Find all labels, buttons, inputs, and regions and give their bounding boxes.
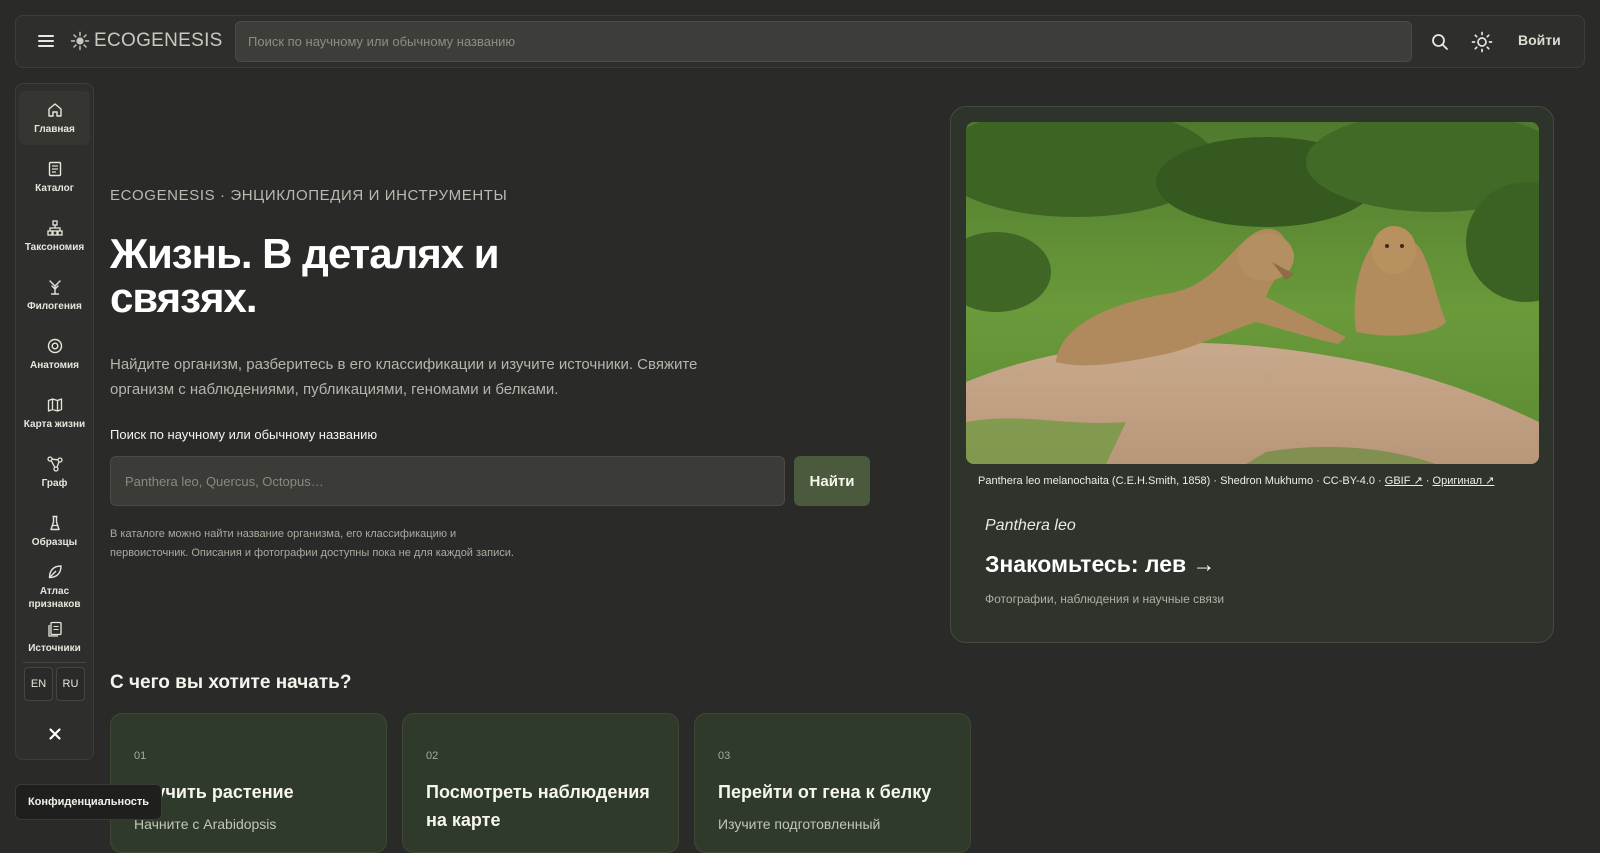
- lang-en-button[interactable]: EN: [24, 667, 53, 701]
- start-card-map[interactable]: 02 Посмотреть наблюдения на карте: [402, 713, 679, 853]
- graph-icon: [46, 455, 63, 472]
- hero-search-input[interactable]: [110, 456, 785, 506]
- lion-photo-image: [966, 122, 1539, 464]
- gbif-link[interactable]: GBIF ↗: [1385, 475, 1423, 487]
- flask-icon: [49, 515, 60, 530]
- sidebar-item-catalog[interactable]: Каталог: [19, 150, 90, 204]
- card-number: 02: [426, 750, 439, 762]
- hero-lead: Найдите организм, разберитесь в его клас…: [110, 356, 698, 398]
- species-name: Panthera leo: [985, 517, 1076, 534]
- sidebar-item-life-map[interactable]: Карта жизни: [19, 386, 90, 440]
- sidebar-item-graph[interactable]: Граф: [19, 445, 90, 499]
- sidebar-item-anatomy[interactable]: Анатомия: [19, 327, 90, 381]
- sidebar-item-label: Главная: [34, 123, 75, 135]
- sidebar-divider: [23, 662, 86, 663]
- privacy-button[interactable]: Конфиденциальность: [15, 784, 162, 820]
- sidebar-item-label: Образцы: [31, 536, 78, 548]
- sidebar-item-sources[interactable]: Источники: [19, 614, 90, 656]
- hero-note: В каталоге можно найти название организм…: [110, 528, 514, 559]
- sidebar-item-label: Атлас признаков: [28, 586, 81, 610]
- card-title: Посмотреть наблюдения на карте: [426, 782, 650, 830]
- menu-icon[interactable]: [38, 32, 54, 52]
- sidebar: Главная Каталог Таксономия Филогения Ана…: [15, 83, 94, 760]
- sidebar-item-phylogeny[interactable]: Филогения: [19, 268, 90, 322]
- card-description: Изучите подготовленный: [718, 816, 881, 832]
- sidebar-item-label: Таксономия: [24, 241, 85, 253]
- lion-photo[interactable]: [966, 122, 1539, 464]
- card-title: Перейти от гена к белку: [718, 782, 932, 802]
- search-icon[interactable]: [1429, 31, 1451, 53]
- leaf-icon: [48, 565, 62, 579]
- hierarchy-icon: [46, 219, 63, 236]
- tree-icon: [48, 279, 61, 295]
- sidebar-item-label: Граф: [41, 477, 68, 489]
- book-icon: [48, 161, 61, 176]
- sidebar-item-traits-atlas[interactable]: Атлас признаков: [19, 555, 90, 619]
- start-section-title: С чего вы хотите начать?: [110, 672, 352, 693]
- sidebar-item-label: Источники: [28, 643, 81, 654]
- hero-search-label: Поиск по научному или обычному названию: [110, 427, 378, 442]
- feature-title-link[interactable]: Знакомьтесь: лев →: [985, 551, 1216, 578]
- logo-text: ECOGENESIS: [94, 30, 223, 51]
- hero-eyebrow: ECOGENESIS · ЭНЦИКЛОПЕДИЯ И ИНСТРУМЕНТЫ: [110, 187, 508, 204]
- sidebar-item-taxonomy[interactable]: Таксономия: [19, 209, 90, 263]
- target-icon: [47, 338, 62, 353]
- credit-separator: ·: [1422, 475, 1433, 487]
- start-card-plant[interactable]: 01 Изучить растение Начните с Arabidopsi…: [110, 713, 387, 853]
- card-description: Начните с Arabidopsis: [134, 816, 277, 832]
- credit-text: Panthera leo melanochaita (C.E.H.Smith, …: [978, 475, 1385, 487]
- login-button[interactable]: Войти: [1518, 32, 1561, 48]
- documents-icon: [47, 621, 62, 637]
- sidebar-item-label: Анатомия: [30, 359, 79, 371]
- sidebar-item-home[interactable]: Главная: [19, 91, 90, 145]
- hero-headline: Жизнь. В деталях и связях.: [110, 230, 500, 321]
- logo[interactable]: ECOGENESIS: [70, 30, 223, 52]
- logo-icon: [70, 31, 90, 51]
- home-icon: [47, 102, 62, 117]
- lang-ru-button[interactable]: RU: [56, 667, 85, 701]
- sidebar-item-label: Каталог: [35, 182, 74, 194]
- card-number: 03: [718, 750, 731, 762]
- sidebar-item-label: Филогения: [27, 300, 82, 312]
- top-bar: ECOGENESIS Войти: [15, 15, 1585, 68]
- photo-credit: Panthera leo melanochaita (C.E.H.Smith, …: [978, 474, 1494, 487]
- feature-subtitle: Фотографии, наблюдения и научные связи: [985, 592, 1225, 606]
- header-search-input[interactable]: [235, 21, 1412, 62]
- card-title: Изучить растение: [134, 782, 294, 802]
- start-card-gene-protein[interactable]: 03 Перейти от гена к белку Изучите подго…: [694, 713, 971, 853]
- original-link[interactable]: Оригинал ↗: [1433, 475, 1495, 487]
- sidebar-item-label: Карта жизни: [23, 418, 86, 430]
- sun-icon[interactable]: [1470, 30, 1494, 54]
- find-button[interactable]: Найти: [794, 456, 870, 506]
- close-icon[interactable]: [47, 726, 63, 742]
- map-icon: [47, 397, 62, 412]
- sidebar-item-specimens[interactable]: Образцы: [19, 504, 90, 558]
- featured-species-card: Panthera leo melanochaita (C.E.H.Smith, …: [950, 106, 1554, 643]
- card-number: 01: [134, 750, 147, 762]
